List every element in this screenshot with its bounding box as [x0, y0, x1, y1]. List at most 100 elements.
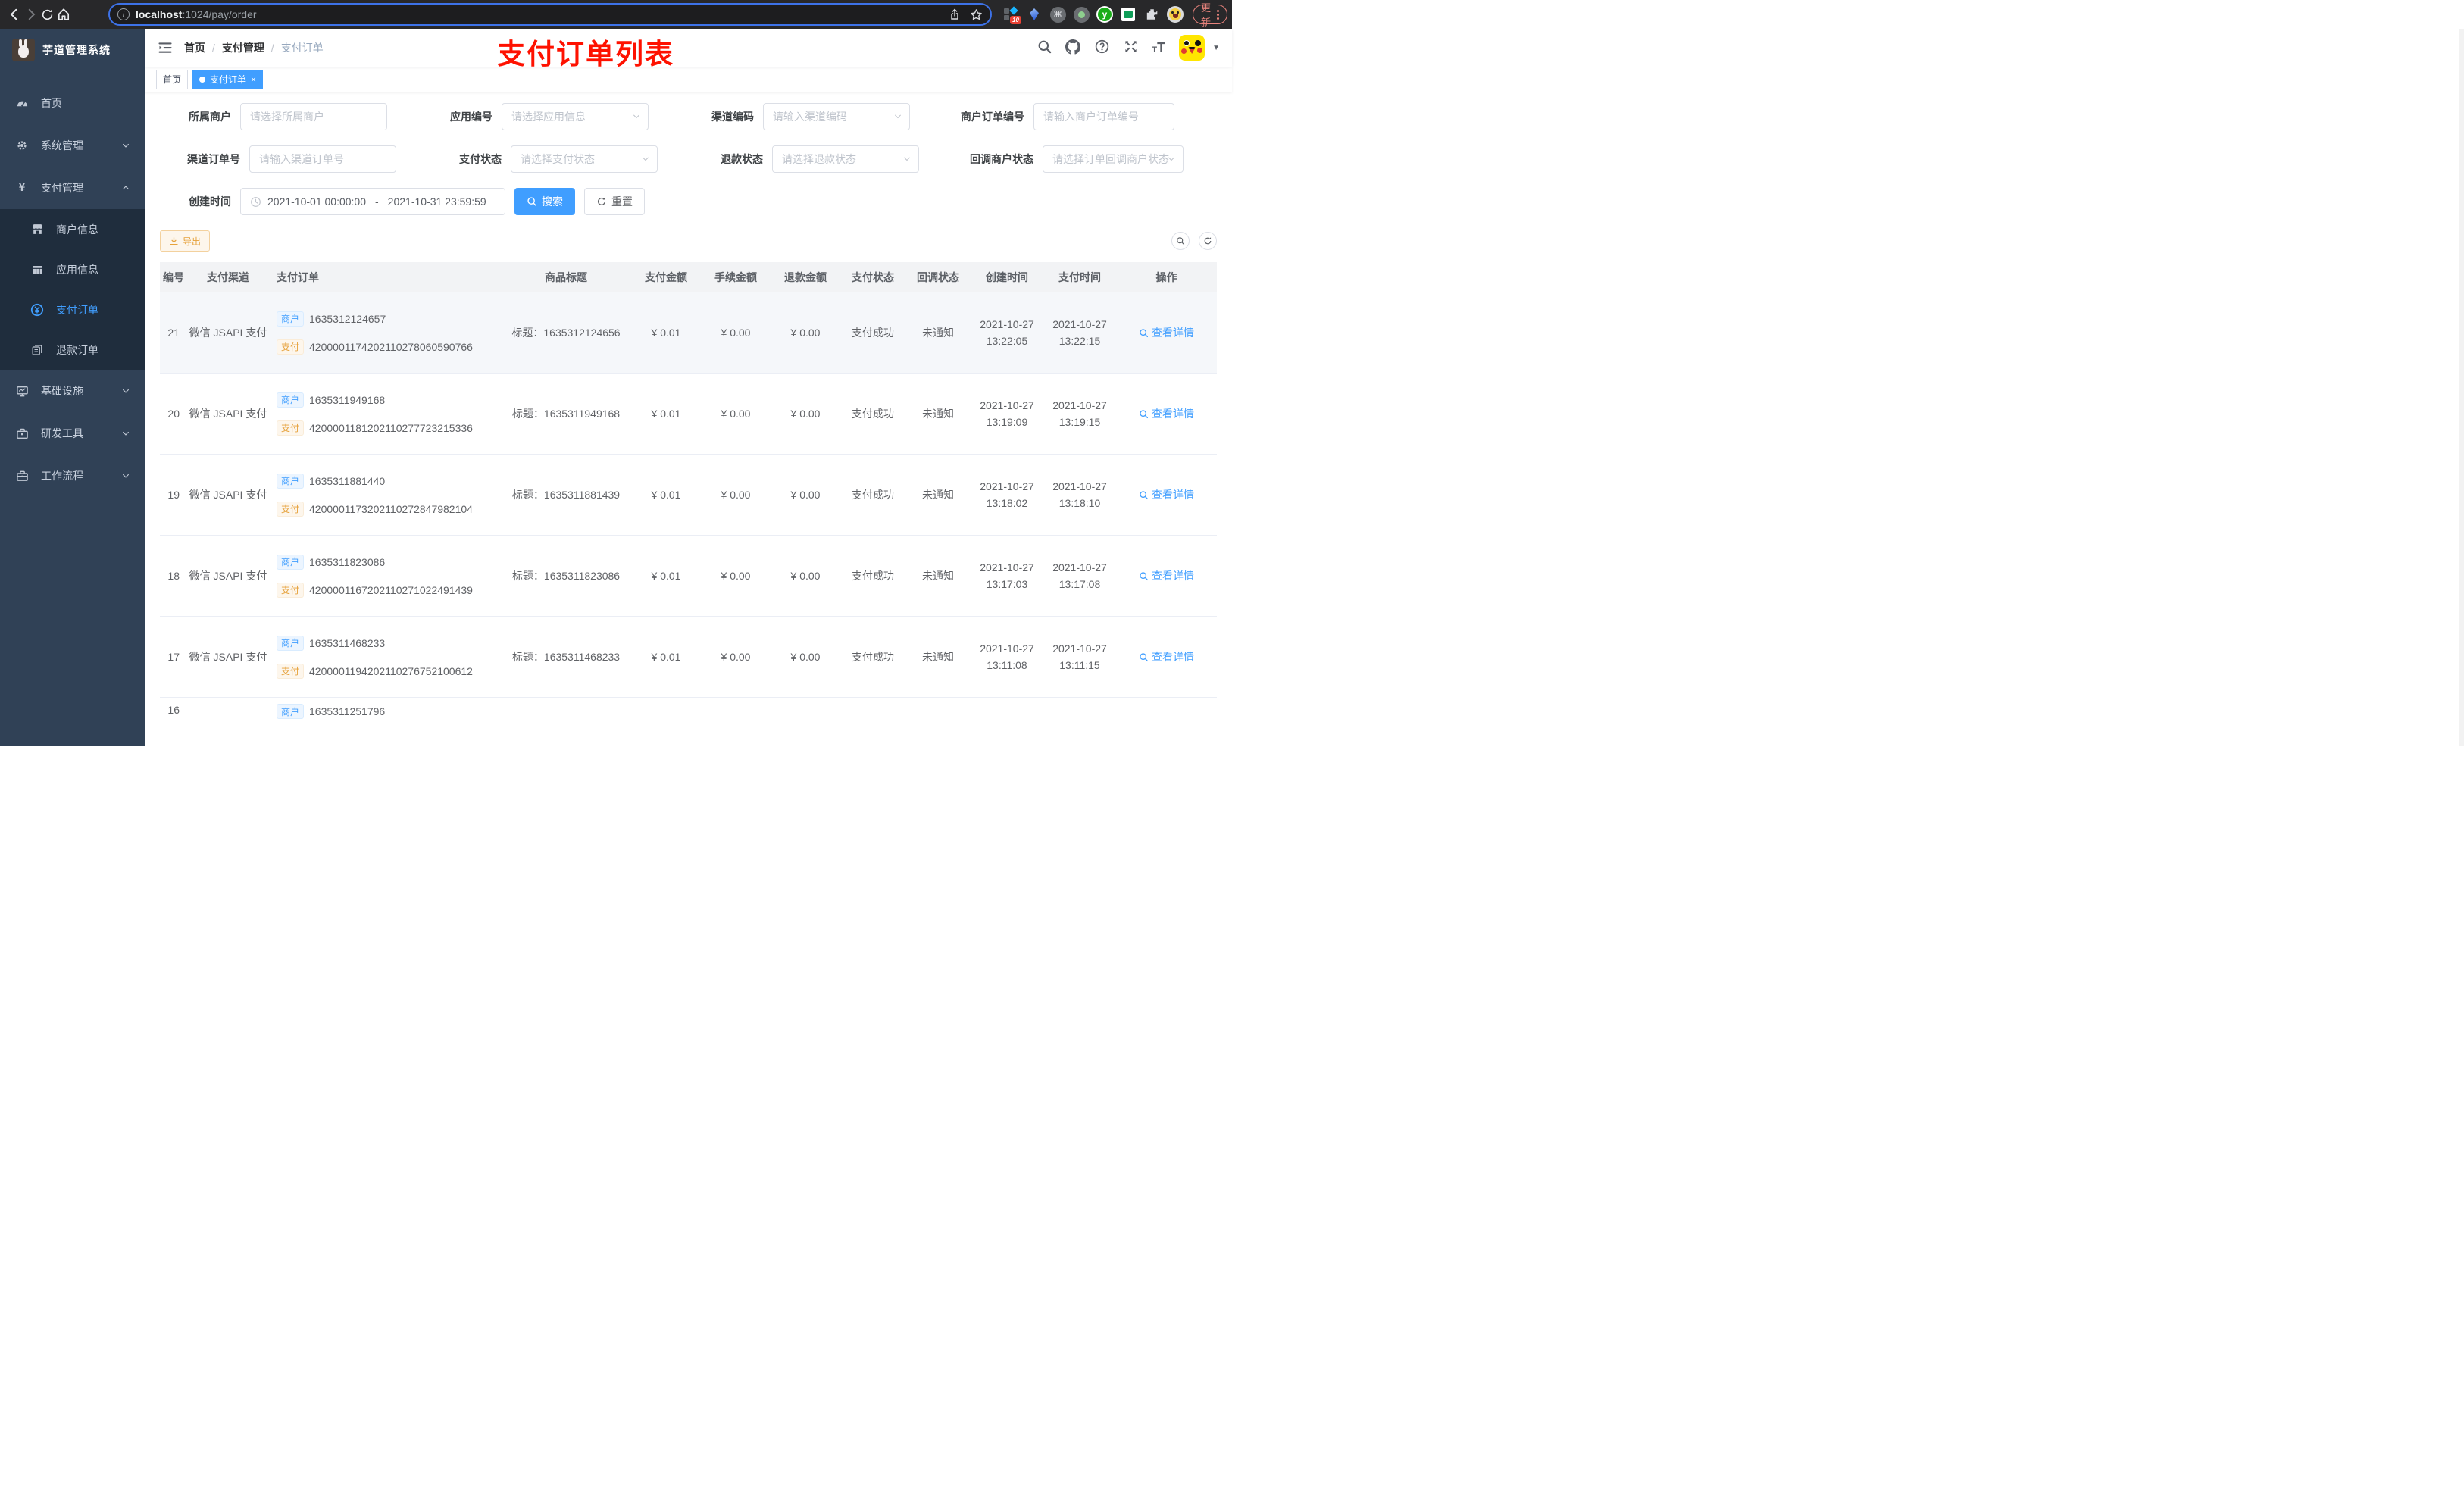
- extensions-puzzle-icon[interactable]: [1143, 6, 1160, 23]
- date-range-picker[interactable]: 2021-10-01 00:00:00 - 2021-10-31 23:59:5…: [240, 188, 505, 215]
- sidebar-item-基础设施[interactable]: 基础设施: [0, 370, 145, 412]
- cell-actions: 查看详情: [1116, 406, 1217, 421]
- browser-forward-button[interactable]: [24, 4, 38, 25]
- col-header-支付时间: 支付时间: [1058, 270, 1101, 283]
- sidebar-item-支付管理[interactable]: ¥ 支付管理: [0, 167, 145, 209]
- tag-close-icon[interactable]: ×: [251, 74, 256, 85]
- emoji-profile-icon[interactable]: [1167, 6, 1184, 23]
- pay-order-no: 4200001173202110272847982104: [309, 502, 473, 515]
- sidebar-item-首页[interactable]: 首页: [0, 82, 145, 124]
- date-end-value[interactable]: 2021-10-31 23:59:59: [388, 195, 486, 208]
- select-支付状态[interactable]: [511, 145, 658, 173]
- select-回调商户状态[interactable]: [1043, 145, 1184, 173]
- view-detail-link[interactable]: 查看详情: [1139, 568, 1194, 583]
- view-detail-link[interactable]: 查看详情: [1139, 649, 1194, 664]
- browser-reload-button[interactable]: [41, 4, 54, 25]
- pay-tag: 支付: [277, 582, 305, 598]
- toolbox-icon: [15, 427, 29, 440]
- sidebar-item-退款订单[interactable]: 退款订单: [0, 330, 145, 370]
- cell-actions: 查看详情: [1116, 649, 1217, 664]
- sidebar-item-工作流程[interactable]: 工作流程: [0, 455, 145, 497]
- extension-badge-icon[interactable]: 10: [1002, 6, 1021, 24]
- header-fullscreen-button[interactable]: [1123, 39, 1138, 57]
- briefcase-icon: [15, 470, 29, 483]
- field-input[interactable]: [250, 111, 377, 123]
- field-input[interactable]: [773, 111, 900, 123]
- breadcrumb-item[interactable]: 支付管理: [222, 40, 264, 55]
- url-text[interactable]: localhost:1024/pay/order: [136, 8, 943, 20]
- filter-field-渠道订单号: 渠道订单号: [160, 145, 396, 173]
- cell-id: 21: [167, 327, 180, 339]
- export-button[interactable]: 导出: [160, 230, 211, 252]
- clock-icon: [250, 196, 261, 208]
- font-size-icon[interactable]: TT: [1152, 41, 1165, 55]
- y-extension-icon[interactable]: y: [1096, 6, 1113, 23]
- input-所属商户[interactable]: [240, 103, 387, 130]
- select-应用编号[interactable]: [502, 103, 649, 130]
- date-start-value[interactable]: 2021-10-01 00:00:00: [267, 195, 366, 208]
- sidebar-item-商户信息[interactable]: 商户信息: [0, 209, 145, 249]
- recorder-extension-icon[interactable]: [1073, 6, 1090, 23]
- sidebar-item-支付订单[interactable]: 支付订单: [0, 289, 145, 330]
- view-detail-label: 查看详情: [1152, 651, 1194, 663]
- reset-refresh-icon: [596, 196, 607, 207]
- kite-extension-icon[interactable]: [1026, 6, 1043, 23]
- field-input[interactable]: [782, 153, 909, 165]
- field-input[interactable]: [1043, 111, 1165, 123]
- user-avatar[interactable]: [1179, 35, 1205, 61]
- cell-notify: 未通知: [922, 408, 954, 420]
- avatar-caret-icon[interactable]: ▼: [1212, 44, 1220, 52]
- pay-order-line: 支付 4200001174202110278060590766: [277, 339, 498, 355]
- share-icon[interactable]: [949, 8, 961, 21]
- command-extension-icon[interactable]: ⌘: [1049, 6, 1066, 23]
- search-icon: [1037, 39, 1052, 55]
- date-separator: -: [375, 195, 379, 208]
- sidebar-item-研发工具[interactable]: 研发工具: [0, 412, 145, 455]
- search-button[interactable]: 搜索: [514, 188, 575, 215]
- page-scrollbar[interactable]: [2459, 29, 2464, 746]
- sidebar-item-系统管理[interactable]: 系统管理: [0, 124, 145, 167]
- cell-channel: 微信 JSAPI 支付: [189, 327, 267, 339]
- app-logo-row: 芋道管理系统: [0, 29, 145, 71]
- show-search-toggle-button[interactable]: [1171, 232, 1190, 250]
- refresh-table-button[interactable]: [1199, 232, 1217, 250]
- field-input[interactable]: [1052, 153, 1174, 165]
- view-detail-label: 查看详情: [1152, 408, 1194, 420]
- view-detail-link[interactable]: 查看详情: [1139, 487, 1194, 502]
- address-bar[interactable]: i localhost:1024/pay/order: [108, 3, 992, 26]
- pay-order-line: 支付 4200001173202110272847982104: [277, 501, 498, 517]
- select-渠道编码[interactable]: [763, 103, 910, 130]
- pay-order-line: 支付 4200001167202110271022491439: [277, 582, 498, 598]
- select-退款状态[interactable]: [772, 145, 919, 173]
- filter-field-label: 退款状态: [721, 153, 763, 165]
- header-search-button[interactable]: [1037, 39, 1052, 57]
- field-input[interactable]: [259, 153, 386, 165]
- field-input[interactable]: [521, 153, 648, 165]
- sidebar-item-label: 支付管理: [41, 182, 83, 194]
- cell-pay-order: 商户 1635311468233 支付 42000011942021102767521…: [274, 635, 501, 679]
- browser-chrome: i localhost:1024/pay/order 10 ⌘ y 更新: [0, 0, 1232, 29]
- view-detail-link[interactable]: 查看详情: [1139, 406, 1194, 421]
- input-商户订单编号[interactable]: [1033, 103, 1174, 130]
- browser-home-button[interactable]: [57, 4, 70, 25]
- tag-支付订单[interactable]: 支付订单 ×: [192, 69, 264, 89]
- breadcrumb-item[interactable]: 首页: [184, 40, 205, 55]
- bookmark-star-icon[interactable]: [970, 8, 983, 21]
- view-detail-link[interactable]: 查看详情: [1139, 325, 1194, 340]
- cell-title: 标题：1635311468233: [511, 651, 621, 663]
- reset-button[interactable]: 重置: [584, 188, 645, 215]
- browser-back-button[interactable]: [8, 4, 21, 25]
- site-info-icon[interactable]: i: [117, 8, 130, 20]
- tag-首页[interactable]: 首页: [156, 69, 189, 89]
- hamburger-icon[interactable]: [157, 39, 174, 56]
- yen-icon: ¥: [18, 181, 26, 194]
- sidebar-item-应用信息[interactable]: 应用信息: [0, 249, 145, 289]
- header-github-button[interactable]: [1065, 39, 1081, 57]
- input-渠道订单号[interactable]: [249, 145, 396, 173]
- merchant-order-line: 商户 1635311949168: [277, 392, 498, 408]
- browser-update-button[interactable]: 更新: [1193, 2, 1228, 28]
- browser-menu-icon[interactable]: [1217, 9, 1220, 20]
- chat-extension-icon[interactable]: [1120, 6, 1137, 23]
- field-input[interactable]: [511, 111, 639, 123]
- header-help-button[interactable]: [1094, 39, 1109, 57]
